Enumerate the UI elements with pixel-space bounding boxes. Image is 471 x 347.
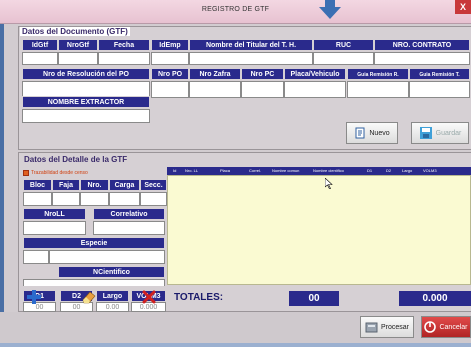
header-idgtf: IdGtf <box>22 39 58 51</box>
checkbox-label: Trazabilidad desde censo <box>31 170 88 176</box>
documento-section-title: Datos del Documento (GTF) <box>20 27 130 36</box>
save-icon <box>419 127 432 139</box>
cancelar-button[interactable]: Cancelar <box>421 316 471 338</box>
down-arrow-icon <box>319 0 341 19</box>
delete-icon[interactable] <box>142 290 156 304</box>
idemp-field[interactable] <box>151 52 189 65</box>
nuevo-label: Nuevo <box>369 129 390 137</box>
col-nroll: Nro. LL <box>185 168 199 173</box>
gtf-window: REGISTRO DE GTF X Datos del Documento (G… <box>0 0 471 347</box>
header-nombre-extractor: NOMBRE EXTRACTOR <box>22 96 150 108</box>
taskbar-edge <box>0 343 471 347</box>
left-edge-strip <box>0 24 4 347</box>
especie-name-field[interactable] <box>49 250 165 264</box>
nro-po-field[interactable] <box>151 81 189 98</box>
process-icon <box>365 322 378 332</box>
header-especie: Especie <box>23 237 165 249</box>
header-bloc: Bloc <box>23 179 52 191</box>
guardar-label: Guardar <box>435 129 462 137</box>
header-nro-resolucion: Nro de Resolución del PO <box>22 68 150 80</box>
nuevo-button[interactable]: Nuevo <box>346 122 398 144</box>
guia-remision-r-field[interactable] <box>347 81 409 98</box>
header-nro-contrato: NRO. CONTRATO <box>374 39 470 51</box>
header-nro: Nro. <box>80 179 109 191</box>
mouse-cursor-icon <box>325 178 333 189</box>
header-nro-po: Nro PO <box>151 68 189 80</box>
header-secc: Secc. <box>140 179 167 191</box>
ncientifico-field[interactable] <box>23 279 165 286</box>
header-ruc: RUC <box>313 39 374 51</box>
header-guia-remision-r: Guia Remisión R. <box>347 68 409 80</box>
cancelar-label: Cancelar <box>439 323 468 331</box>
new-doc-icon <box>355 127 365 139</box>
header-nrogtf: NroGtf <box>58 39 98 51</box>
add-icon[interactable] <box>27 290 41 304</box>
procesar-label: Procesar <box>380 323 409 331</box>
header-faja: Faja <box>52 179 80 191</box>
nro-pc-field[interactable] <box>241 81 284 98</box>
col-volm3: VOLM3 <box>423 168 437 173</box>
header-nro-zafra: Nro Zafra <box>189 68 241 80</box>
nro-zafra-field[interactable] <box>189 81 241 98</box>
col-d2: D2 <box>386 168 392 173</box>
col-nombre-cientifico: Nombre cientifico <box>313 168 344 173</box>
trazabilidad-checkbox[interactable]: Trazabilidad desde censo <box>23 169 88 177</box>
window-title: REGISTRO DE GTF <box>201 6 270 13</box>
col-nombre-comun: Nombre comun <box>272 168 300 173</box>
col-placa: Placa <box>220 168 231 173</box>
header-guia-remision-t: Guia Remisión T. <box>409 68 470 80</box>
header-placa-vehiculo: Placa/Vehiculo <box>284 68 346 80</box>
col-id: Id <box>173 168 177 173</box>
nombre-extractor-field[interactable] <box>22 109 150 123</box>
col-largo: Largo <box>402 168 413 173</box>
title-bar: REGISTRO DE GTF X <box>0 0 471 24</box>
detalle-grid-body[interactable] <box>167 175 471 285</box>
correlativo-field[interactable] <box>93 221 165 235</box>
header-nroll: NroLL <box>23 208 86 220</box>
secc-field[interactable] <box>140 192 167 206</box>
faja-field[interactable] <box>52 192 80 206</box>
col-correl: Correl. <box>249 168 262 173</box>
especie-code-field[interactable] <box>23 250 49 264</box>
header-idemp: IdEmp <box>151 39 189 51</box>
nro-contrato-field[interactable] <box>374 52 470 65</box>
cancel-icon <box>424 321 437 333</box>
nro-field[interactable] <box>80 192 109 206</box>
header-fecha: Fecha <box>98 39 150 51</box>
ruc-field[interactable] <box>313 52 374 65</box>
nroll-field[interactable] <box>23 221 86 235</box>
header-nombre-titular: Nombre del Titular del T. H. <box>189 39 313 51</box>
nrogtf-field[interactable] <box>58 52 98 65</box>
header-carga: Carga <box>109 179 140 191</box>
fecha-field[interactable] <box>98 52 150 65</box>
totals-label: TOTALES: <box>174 292 224 303</box>
nombre-titular-field[interactable] <box>189 52 313 65</box>
detalle-grid-header: Id Nro. LL Placa Correl. Nombre comun No… <box>167 167 471 175</box>
header-correlativo: Correlativo <box>93 208 165 220</box>
close-button[interactable]: X <box>455 0 471 14</box>
total-count: 00 <box>289 291 339 306</box>
procesar-button[interactable]: Procesar <box>360 316 414 338</box>
header-largo: Largo <box>96 290 129 302</box>
checkbox-box[interactable] <box>23 170 29 176</box>
detalle-section-title: Datos del Detalle de la GTF <box>24 155 128 164</box>
header-ncientifico: NCientifico <box>58 266 165 278</box>
total-volume: 0.000 <box>399 291 471 306</box>
largo-field[interactable]: 0.00 <box>96 302 129 312</box>
eraser-icon[interactable] <box>81 290 97 304</box>
guia-remision-t-field[interactable] <box>409 81 470 98</box>
bloc-field[interactable] <box>23 192 52 206</box>
placa-vehiculo-field[interactable] <box>284 81 346 98</box>
carga-field[interactable] <box>109 192 140 206</box>
col-d1: D1 <box>367 168 373 173</box>
guardar-button[interactable]: Guardar <box>411 122 469 144</box>
idgtf-field[interactable] <box>22 52 58 65</box>
header-nro-pc: Nro PC <box>241 68 284 80</box>
